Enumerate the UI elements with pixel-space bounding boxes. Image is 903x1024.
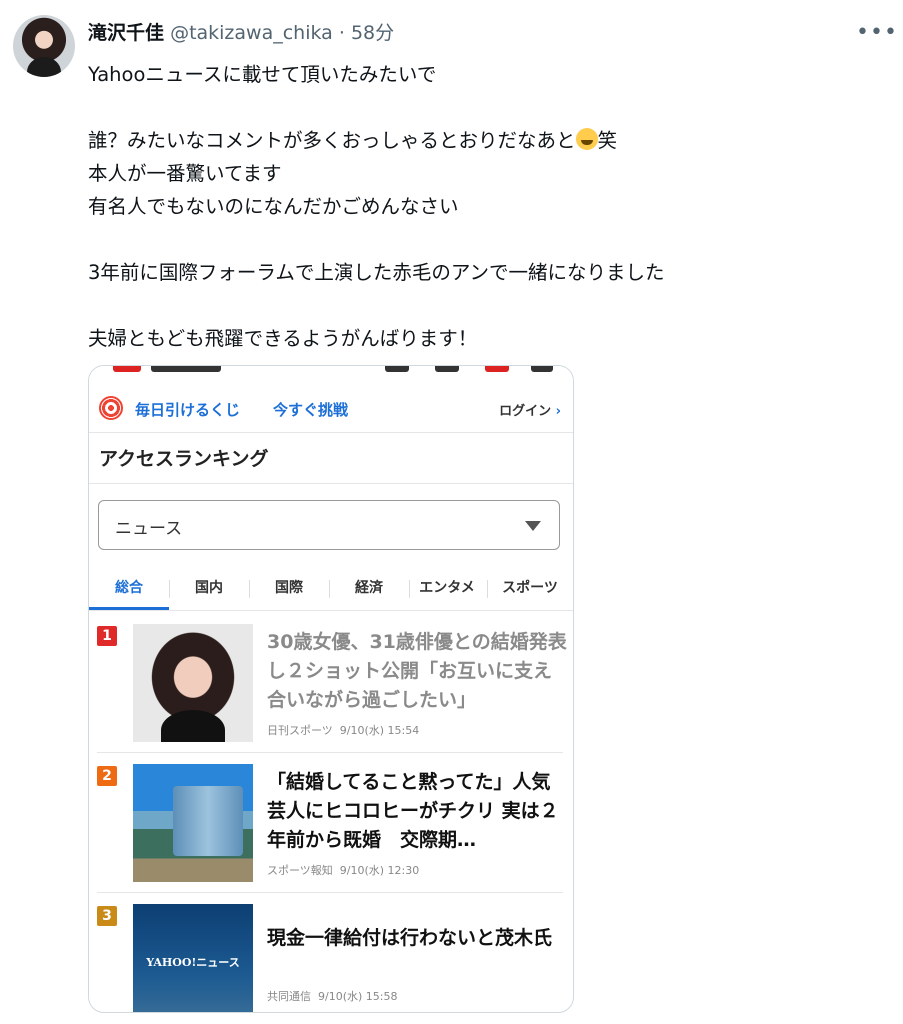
article-meta: 共同通信 9/10(水) 15:58 (267, 988, 397, 1004)
ranking-item[interactable]: 3 YAHOO!ニュース 現金一律給付は行わないと茂木氏 共同通信 9/10(水… (89, 904, 573, 1012)
tweet-line: 誰？みたいなコメントが多くおっしゃるとおりだなあと笑 (88, 124, 878, 157)
target-icon (99, 396, 123, 420)
article-meta: 日刊スポーツ 9/10(水) 15:54 (267, 722, 419, 738)
tab-domestic[interactable]: 国内 (169, 574, 249, 610)
rank-badge: 3 (97, 906, 117, 926)
tweet-line: 有名人でもないのになんだかごめんなさい (88, 195, 459, 218)
display-name[interactable]: 滝沢千佳 (88, 22, 164, 44)
article-date: 9/10(水) 15:58 (318, 990, 398, 1003)
article-source: 日刊スポーツ (267, 724, 333, 737)
category-select-value: ニュース (115, 519, 183, 539)
article-source: 共同通信 (267, 990, 311, 1003)
tweet-line-suffix: 笑 (597, 129, 618, 152)
lottery-cta-link[interactable]: 今すぐ挑戦 (273, 399, 348, 420)
caret-down-icon (525, 521, 541, 531)
tab-international[interactable]: 国際 (249, 574, 329, 610)
user-handle[interactable]: @takizawa_chika (170, 22, 333, 44)
tweet-line: Yahooニュースに載せて頂いたみたいで (88, 63, 437, 86)
article-date: 9/10(水) 12:30 (339, 864, 420, 877)
tweet-blank-line (88, 289, 878, 322)
tweet-timestamp[interactable]: 58分 (351, 22, 394, 44)
article-headline[interactable]: 30歳女優、31歳俳優との結婚発表し２ショット公開「お互いに支え合いながら過ごし… (267, 628, 567, 715)
category-select[interactable]: ニュース (98, 500, 560, 550)
tab-entertainment[interactable]: エンタメ (407, 574, 487, 610)
tweet-header: 滝沢千佳 @takizawa_chika · 58分 (88, 20, 394, 46)
cropped-app-header (89, 366, 573, 388)
article-headline[interactable]: 現金一律給付は行わないと茂木氏 (267, 924, 567, 953)
lottery-label[interactable]: 毎日引けるくじ (135, 399, 240, 420)
tweet-line: 夫婦ともども飛躍できるようがんばります！ (88, 327, 478, 350)
tab-economy[interactable]: 経済 (329, 574, 409, 610)
divider (89, 483, 573, 484)
login-link[interactable]: ログイン › (499, 400, 561, 419)
rolling-on-floor-laughing-emoji-icon (575, 128, 598, 150)
article-meta: スポーツ報知 9/10(水) 12:30 (267, 862, 419, 878)
divider (97, 892, 563, 893)
chevron-right-icon: › (555, 404, 561, 419)
tweet-line: 本人が一番驚いてます (88, 162, 282, 185)
login-label: ログイン (499, 404, 552, 419)
ranking-item[interactable]: 2 「結婚してること黙ってた」人気芸人にヒコロヒーがチクリ 実は２年前から既婚 … (89, 764, 573, 904)
divider (97, 752, 563, 753)
tweet-line: 3年前に国際フォーラムで上演した赤毛のアンで一緒になりました (88, 261, 665, 284)
separator-dot: · (338, 22, 345, 44)
yahoo-news-logo: YAHOO!ニュース (146, 956, 240, 969)
article-thumbnail: YAHOO!ニュース (133, 904, 253, 1012)
ranking-item[interactable]: 1 30歳女優、31歳俳優との結婚発表し２ショット公開「お互いに支え合いながら過… (89, 624, 573, 764)
tweet-blank-line (88, 91, 878, 124)
article-thumbnail (133, 624, 253, 742)
section-title: アクセスランキング (99, 448, 269, 470)
tweet-text: Yahooニュースに載せて頂いたみたいで 誰？みたいなコメントが多くおっしゃると… (88, 58, 878, 355)
ranking-tabs: 総合 国内 国際 経済 エンタメ スポーツ (89, 574, 573, 611)
article-date: 9/10(水) 15:54 (339, 724, 420, 737)
lottery-bar[interactable]: 毎日引けるくじ 今すぐ挑戦 ログイン › (89, 388, 573, 433)
tab-overall[interactable]: 総合 (89, 574, 169, 610)
tab-sports[interactable]: スポーツ (487, 574, 573, 610)
article-thumbnail (133, 764, 253, 882)
avatar[interactable] (13, 15, 75, 77)
attached-screenshot[interactable]: 毎日引けるくじ 今すぐ挑戦 ログイン › アクセスランキング ニュース 総合 国… (88, 365, 574, 1013)
tweet-blank-line (88, 223, 878, 256)
tweet-line-text: 誰？みたいなコメントが多くおっしゃるとおりだなあと (88, 129, 576, 152)
article-headline[interactable]: 「結婚してること黙ってた」人気芸人にヒコロヒーがチクリ 実は２年前から既婚 交際… (267, 768, 567, 855)
rank-badge: 1 (97, 626, 117, 646)
more-horizontal-icon[interactable]: ••• (856, 22, 897, 44)
article-source: スポーツ報知 (267, 864, 333, 877)
rank-badge: 2 (97, 766, 117, 786)
